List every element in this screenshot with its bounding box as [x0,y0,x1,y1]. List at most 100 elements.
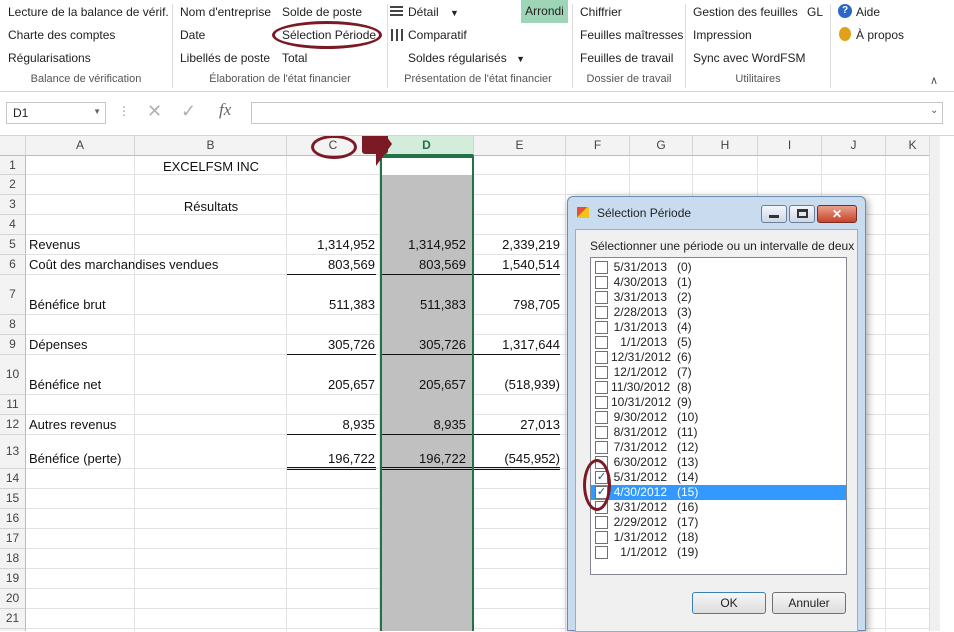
gl-button[interactable]: GL [807,5,823,19]
select-all-corner[interactable] [0,136,26,156]
period-checkbox[interactable] [595,396,608,409]
solde-poste-button[interactable]: Solde de poste [282,5,362,19]
row-header-17[interactable]: 17 [0,529,26,549]
row-header-14[interactable]: 14 [0,469,26,489]
formula-input[interactable] [251,102,943,124]
period-item[interactable]: 12/31/2012 (6) [591,350,846,365]
row-header-4[interactable]: 4 [0,215,26,235]
period-item[interactable]: 9/30/2012 (10) [591,410,846,425]
column-header-f[interactable]: F [566,136,630,156]
period-item[interactable]: 1/31/2013 (4) [591,320,846,335]
column-header-i[interactable]: I [758,136,822,156]
period-checkbox[interactable] [595,306,608,319]
period-item[interactable]: 10/31/2012 (9) [591,395,846,410]
impression-button[interactable]: Impression [693,28,752,42]
row-header-16[interactable]: 16 [0,509,26,529]
regularisations-button[interactable]: Régularisations [8,51,91,65]
chiffrier-button[interactable]: Chiffrier [580,5,622,19]
period-checkbox[interactable] [595,366,608,379]
period-checkbox[interactable] [595,411,608,424]
row-header-15[interactable]: 15 [0,489,26,509]
period-checkbox[interactable] [595,276,608,289]
row-header-20[interactable]: 20 [0,589,26,609]
column-header-g[interactable]: G [630,136,693,156]
date-button[interactable]: Date [180,28,205,42]
period-item[interactable]: 1/31/2012 (18) [591,530,846,545]
total-button[interactable]: Total [282,51,307,65]
cancel-button[interactable]: Annuler [772,592,846,614]
row-header-9[interactable]: 9 [0,335,26,355]
period-checkbox[interactable] [595,336,608,349]
period-item[interactable]: 7/31/2012 (12) [591,440,846,455]
cancel-x-icon[interactable]: ✕ [147,101,162,122]
row-header-19[interactable]: 19 [0,569,26,589]
ok-button[interactable]: OK [692,592,766,614]
nom-entreprise-button[interactable]: Nom d'entreprise [180,5,271,19]
period-checkbox[interactable] [595,291,608,304]
name-box[interactable]: D1 ▼ [6,102,106,124]
row-header-5[interactable]: 5 [0,235,26,255]
vertical-scrollbar[interactable] [929,136,940,631]
row-header-8[interactable]: 8 [0,315,26,335]
period-checkbox[interactable] [595,441,608,454]
period-item[interactable]: 3/31/2012 (16) [591,500,846,515]
libelles-poste-button[interactable]: Libellés de poste [180,51,270,65]
maximize-button[interactable] [789,205,815,223]
row-header-6[interactable]: 6 [0,255,26,275]
row-header-2[interactable]: 2 [0,175,26,195]
apropos-button[interactable]: À propos [856,28,904,42]
column-header-a[interactable]: A [26,136,135,156]
comparatif-button[interactable]: Comparatif [408,28,467,42]
row-header-7[interactable]: 7 [0,275,26,315]
row-header-11[interactable]: 11 [0,395,26,415]
insert-function-icon[interactable]: fx [219,100,231,120]
period-item[interactable]: 11/30/2012 (8) [591,380,846,395]
row-header-3[interactable]: 3 [0,195,26,215]
column-header-b[interactable]: B [135,136,287,156]
row-header-21[interactable]: 21 [0,609,26,629]
period-checkbox[interactable] [595,546,608,559]
soldes-regularises-button[interactable]: Soldes régularisés ▼ [408,51,525,65]
row-header-18[interactable]: 18 [0,549,26,569]
period-checkbox[interactable] [595,516,608,529]
close-icon[interactable]: ✕ [817,205,857,223]
row-header-12[interactable]: 12 [0,415,26,435]
column-header-j[interactable]: J [822,136,886,156]
row-header-1[interactable]: 1 [0,156,26,175]
feuilles-travail-button[interactable]: Feuilles de travail [580,51,673,65]
aide-button[interactable]: Aide [856,5,880,19]
minimize-button[interactable] [761,205,787,223]
active-cell-d1[interactable] [380,156,474,175]
period-item[interactable]: 3/31/2013 (2) [591,290,846,305]
column-header-e[interactable]: E [474,136,566,156]
column-d-selection[interactable] [380,156,474,631]
period-item[interactable]: 6/30/2012 (13) [591,455,846,470]
period-checkbox[interactable] [595,321,608,334]
period-list[interactable]: 5/31/2013 (0) 4/30/2013 (1) 3/31/2013 (2) 2/28… [590,257,847,575]
charte-comptes-button[interactable]: Charte des comptes [8,28,115,42]
period-checkbox[interactable] [595,531,608,544]
column-header-h[interactable]: H [693,136,758,156]
arrondi-button[interactable]: Arrondi [521,0,568,23]
period-item[interactable]: ✓ 4/30/2012 (15) [591,485,846,500]
period-item[interactable]: 4/30/2013 (1) [591,275,846,290]
collapse-ribbon-icon[interactable]: ∧ [930,74,938,87]
row-header-10[interactable]: 10 [0,355,26,395]
period-item[interactable]: ✓ 5/31/2012 (14) [591,470,846,485]
period-item[interactable]: 2/29/2012 (17) [591,515,846,530]
expand-formula-icon[interactable]: ⌄ [930,105,938,116]
period-checkbox[interactable] [595,261,608,274]
period-checkbox[interactable] [595,381,608,394]
period-checkbox[interactable] [595,426,608,439]
lecture-balance-button[interactable]: Lecture de la balance de vérif. [8,5,169,19]
gestion-feuilles-button[interactable]: Gestion des feuilles [693,5,798,19]
detail-button[interactable]: Détail ▼ [408,5,459,19]
row-header-13[interactable]: 13 [0,435,26,469]
period-item[interactable]: 5/31/2013 (0) [591,260,846,275]
feuilles-maitresses-button[interactable]: Feuilles maîtresses [580,28,683,42]
period-item[interactable]: 8/31/2012 (11) [591,425,846,440]
period-item[interactable]: 2/28/2013 (3) [591,305,846,320]
period-item[interactable]: 1/1/2013 (5) [591,335,846,350]
period-checkbox[interactable] [595,351,608,364]
period-item[interactable]: 1/1/2012 (19) [591,545,846,560]
